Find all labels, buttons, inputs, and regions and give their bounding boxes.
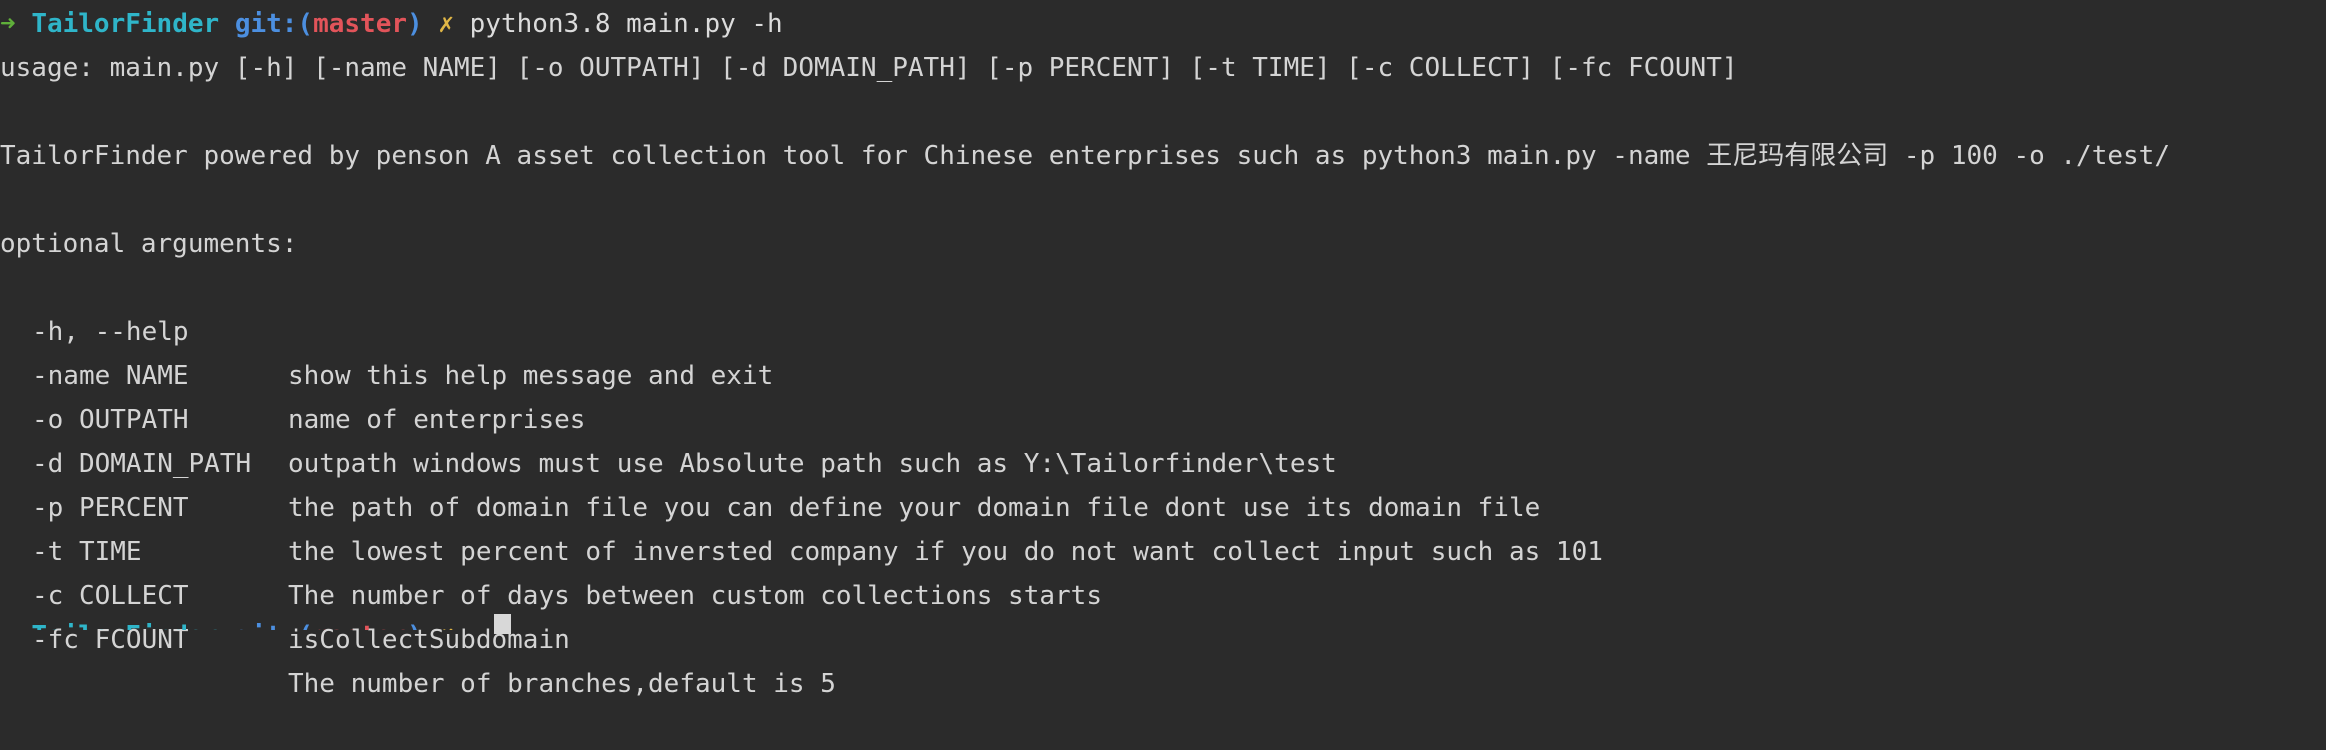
option-row: -d DOMAIN_PATH the path of domain file y… [0,398,2326,523]
prompt-branch: master [313,621,407,630]
prompt-dirty-icon: ✗ [438,9,454,39]
option-row: -p PERCENT the lowest percent of inverst… [0,442,2326,567]
section-header: optional arguments: [0,229,298,259]
option-row: -c COLLECT isCollectSubdomain [0,530,2326,655]
prompt-line: ➜ TailorFinder git:(master) ✗ python3.8 … [0,2,783,46]
terminal-window[interactable]: ➜ TailorFinder git:(master) ✗ python3.8 … [0,0,2326,699]
prompt-git-prefix: git:( [234,9,314,39]
next-prompt-line: ➜ TailorFinder git:(master) ✗ [0,614,454,630]
prompt-git-suffix: ) [407,621,423,630]
prompt-branch: master [313,9,408,39]
usage-line: usage: main.py [-h] [-name NAME] [-o OUT… [0,53,1738,83]
text-cursor[interactable] [494,614,511,634]
option-row: -t TIME The number of days between custo… [0,486,2326,611]
option-row: -h, --help show this help message and ex… [0,266,2326,391]
prompt-command: python3.8 main.py -h [469,9,783,39]
prompt-directory: TailorFinder [31,9,220,39]
prompt-git-suffix: ) [407,9,423,39]
option-row: -o OUTPATH outpath windows must use Abso… [0,354,2326,479]
prompt-directory: TailorFinder [31,621,219,630]
option-row: -name NAME name of enterprises [0,310,2326,435]
description-line: TailorFinder powered by penson A asset c… [0,141,2170,171]
option-row: -fc FCOUNT The number of branches,defaul… [0,574,2326,699]
prompt-git-prefix: git:( [235,621,313,630]
option-description: The number of branches,default is 5 [288,669,836,699]
prompt-arrow-icon: ➜ [0,621,16,630]
prompt-dirty-icon: ✗ [438,621,454,630]
prompt-arrow-icon: ➜ [0,9,16,39]
